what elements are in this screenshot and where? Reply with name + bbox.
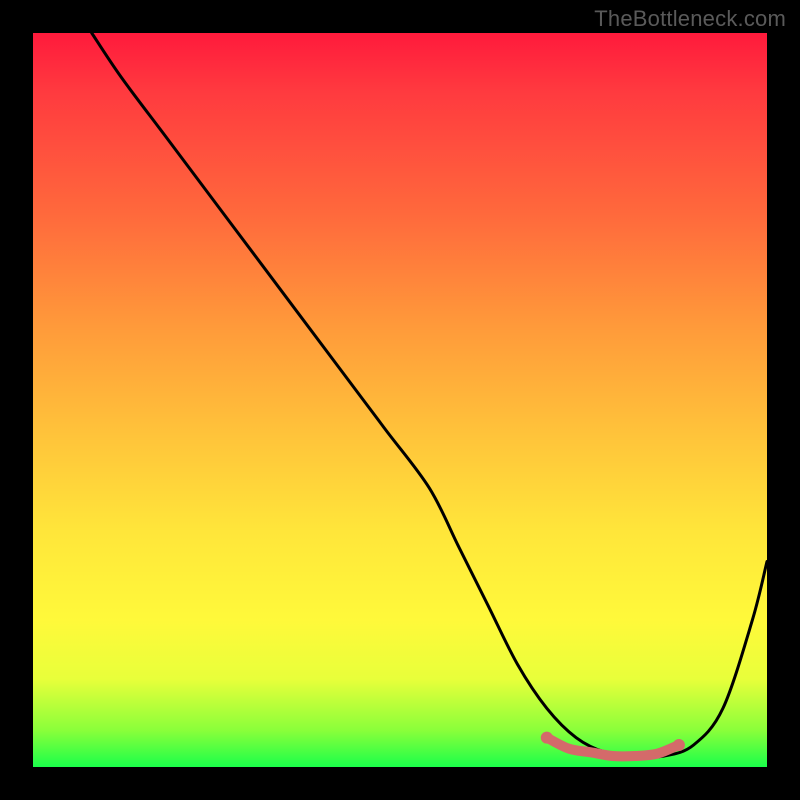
curve-svg xyxy=(33,33,767,767)
highlight-markers xyxy=(541,732,685,757)
highlight-dot xyxy=(541,732,553,744)
highlight-dot xyxy=(673,739,685,751)
chart-frame: TheBottleneck.com xyxy=(0,0,800,800)
highlight-stroke xyxy=(547,738,679,757)
plot-area xyxy=(33,33,767,767)
watermark-text: TheBottleneck.com xyxy=(594,6,786,32)
bottleneck-curve-path xyxy=(92,33,767,757)
